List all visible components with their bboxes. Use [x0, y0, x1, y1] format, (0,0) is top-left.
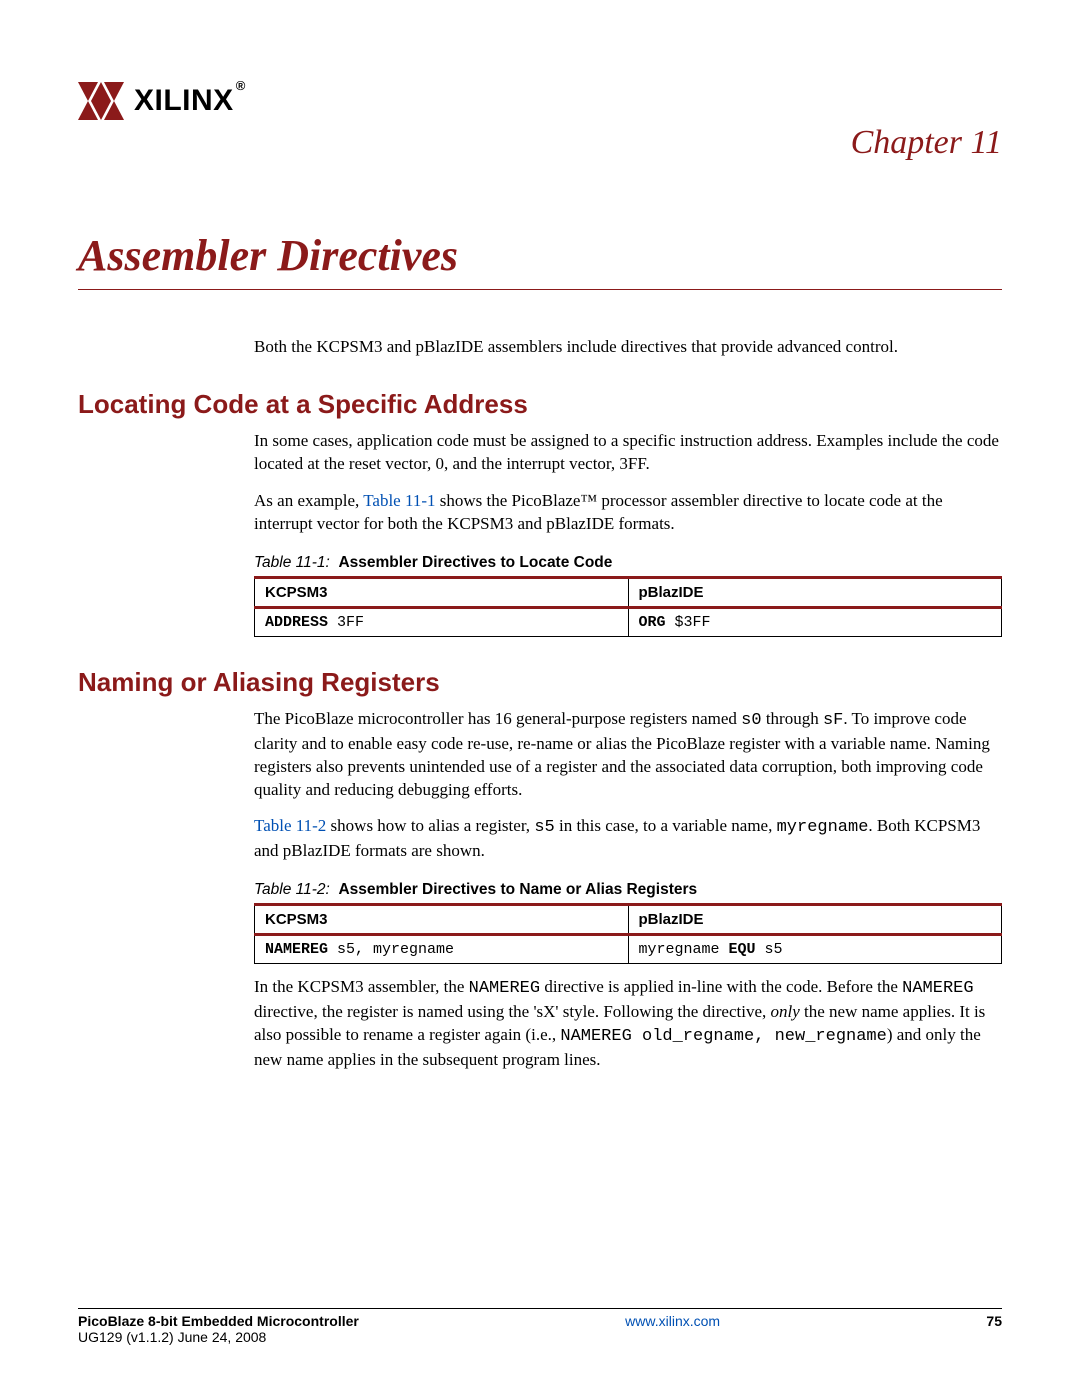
cell-pblazide: myregname EQU s5: [628, 935, 1002, 964]
xilinx-logo-icon: [78, 78, 124, 124]
table-11-1: KCPSM3 pBlazIDE ADDRESS 3FF ORG $3FF: [254, 576, 1002, 637]
page-footer: PicoBlaze 8-bit Embedded Microcontroller…: [78, 1308, 1002, 1345]
table-11-2: KCPSM3 pBlazIDE NAMEREG s5, myregname my…: [254, 903, 1002, 964]
col-kcpsm3: KCPSM3: [255, 905, 629, 935]
sec2-p1: The PicoBlaze microcontroller has 16 gen…: [254, 708, 1002, 802]
table-header-row: KCPSM3 pBlazIDE: [255, 577, 1002, 607]
table-11-1-caption: Table 11-1: Assembler Directives to Loca…: [254, 554, 1002, 572]
table-ref-11-1[interactable]: Table 11-1: [363, 491, 435, 510]
cell-kcpsm3: NAMEREG s5, myregname: [255, 935, 629, 964]
cell-pblazide: ORG $3FF: [628, 607, 1002, 636]
chapter-label: Chapter 11: [78, 124, 1002, 162]
table-header-row: KCPSM3 pBlazIDE: [255, 905, 1002, 935]
table-11-2-caption: Table 11-2: Assembler Directives to Name…: [254, 881, 1002, 899]
col-kcpsm3: KCPSM3: [255, 577, 629, 607]
col-pblazide: pBlazIDE: [628, 577, 1002, 607]
section-heading-locate: Locating Code at a Specific Address: [78, 389, 1002, 420]
sec1-p2: As an example, Table 11-1 shows the Pico…: [254, 490, 1002, 536]
footer-doc-version: UG129 (v1.1.2) June 24, 2008: [78, 1329, 359, 1345]
page-number: 75: [986, 1313, 1002, 1329]
registered-icon: ®: [236, 78, 246, 93]
table-row: ADDRESS 3FF ORG $3FF: [255, 607, 1002, 636]
page-title: Assembler Directives: [78, 230, 1002, 290]
sec2-p3: In the KCPSM3 assembler, the NAMEREG dir…: [254, 976, 1002, 1072]
table-ref-11-2[interactable]: Table 11-2: [254, 816, 326, 835]
sec1-p1: In some cases, application code must be …: [254, 430, 1002, 476]
intro-paragraph: Both the KCPSM3 and pBlazIDE assemblers …: [254, 336, 1002, 359]
footer-doc-title: PicoBlaze 8-bit Embedded Microcontroller…: [78, 1313, 359, 1345]
col-pblazide: pBlazIDE: [628, 905, 1002, 935]
footer-url[interactable]: www.xilinx.com: [625, 1313, 720, 1329]
cell-kcpsm3: ADDRESS 3FF: [255, 607, 629, 636]
table-row: NAMEREG s5, myregname myregname EQU s5: [255, 935, 1002, 964]
sec2-p2: Table 11-2 shows how to alias a register…: [254, 815, 1002, 863]
header: XILINX®: [78, 78, 1002, 124]
brand-name: XILINX®: [134, 84, 246, 118]
section-heading-naming: Naming or Aliasing Registers: [78, 667, 1002, 698]
